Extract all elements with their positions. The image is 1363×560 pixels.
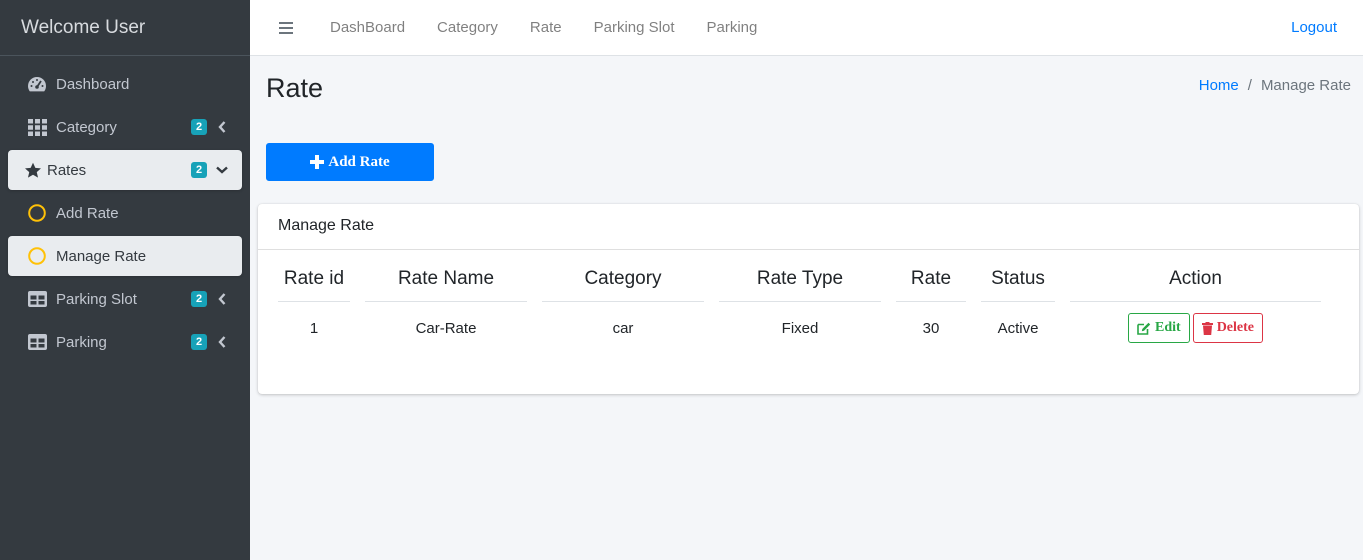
column-header: Rate Type: [719, 262, 881, 302]
circle-icon: [26, 246, 48, 266]
edit-icon: [1137, 322, 1151, 335]
sidebar-nav: Dashboard Category 2 Rates 2 Add Rate Ma…: [0, 56, 250, 362]
column-header: Status: [981, 262, 1055, 302]
sidebar: Welcome User Dashboard Category 2 Rates …: [0, 0, 250, 560]
chevron-left-icon: [216, 291, 228, 307]
main-content: Rate Home / Manage Rate Add Rate Manage …: [250, 56, 1363, 560]
star-icon: [22, 160, 44, 180]
plus-icon: [310, 154, 325, 169]
top-link-rate[interactable]: Rate: [514, 0, 578, 56]
chevron-left-icon: [216, 334, 228, 350]
cell-action: Edit Delete: [1070, 302, 1321, 354]
sidebar-item-rates[interactable]: Rates 2: [8, 150, 242, 190]
menu-toggle-icon[interactable]: [264, 0, 310, 56]
sidebar-item-label: Dashboard: [56, 75, 130, 93]
top-link-parking[interactable]: Parking: [690, 0, 773, 56]
page-title: Rate: [266, 73, 324, 103]
column-header: Rate Name: [365, 262, 527, 302]
breadcrumb-home[interactable]: Home: [1199, 77, 1239, 94]
count-badge: 2: [191, 162, 207, 178]
breadcrumb: Home / Manage Rate: [1199, 77, 1351, 94]
sidebar-item-label: Add Rate: [56, 204, 119, 222]
logout-link[interactable]: Logout: [1291, 0, 1337, 56]
delete-button[interactable]: Delete: [1192, 313, 1263, 343]
column-header: Rate: [896, 262, 966, 302]
sidebar-item-parking-slot[interactable]: Parking Slot 2: [8, 279, 242, 319]
sidebar-item-parking[interactable]: Parking 2: [8, 322, 242, 362]
sidebar-item-label: Parking: [56, 333, 107, 351]
column-header: Rate id: [278, 262, 350, 302]
dashboard-icon: [26, 74, 48, 94]
add-rate-button[interactable]: Add Rate: [266, 143, 434, 181]
rate-table: Rate id Rate Name Category Rate Type Rat…: [263, 262, 1336, 354]
top-navbar: DashBoard Category Rate Parking Slot Par…: [250, 0, 1363, 56]
chevron-down-icon: [216, 162, 228, 178]
edit-button[interactable]: Edit: [1128, 313, 1190, 343]
table-header-row: Rate id Rate Name Category Rate Type Rat…: [278, 262, 1321, 302]
sidebar-item-add-rate[interactable]: Add Rate: [8, 193, 242, 233]
sidebar-item-category[interactable]: Category 2: [8, 107, 242, 147]
cell-category: car: [612, 319, 634, 337]
chevron-left-icon: [216, 119, 228, 135]
top-link-dashboard[interactable]: DashBoard: [314, 0, 421, 56]
count-badge: 2: [191, 291, 207, 307]
grid-icon: [26, 117, 48, 137]
sidebar-item-manage-rate[interactable]: Manage Rate: [8, 236, 242, 276]
table-icon: [26, 289, 48, 309]
table-icon: [26, 332, 48, 352]
card-title: Manage Rate: [258, 204, 1359, 250]
column-header: Category: [542, 262, 704, 302]
top-link-category[interactable]: Category: [421, 0, 514, 56]
delete-label: Delete: [1216, 320, 1254, 335]
add-rate-label: Add Rate: [328, 153, 390, 170]
sidebar-item-label: Rates: [47, 161, 87, 179]
manage-rate-card: Manage Rate Rate id Rate Name Category R…: [258, 204, 1359, 394]
edit-label: Edit: [1155, 320, 1181, 335]
sidebar-item-label: Category: [56, 118, 117, 136]
top-link-parking-slot[interactable]: Parking Slot: [578, 0, 691, 56]
count-badge: 2: [191, 334, 207, 350]
sidebar-item-label: Manage Rate: [56, 247, 147, 265]
breadcrumb-separator: /: [1247, 77, 1252, 94]
trash-icon: [1201, 321, 1213, 335]
column-header: Action: [1070, 262, 1321, 302]
count-badge: 2: [191, 119, 207, 135]
brand-title: Welcome User: [0, 0, 250, 56]
circle-icon: [26, 203, 48, 223]
cell-rate: 30: [922, 319, 940, 337]
cell-rate-id: 1: [309, 319, 319, 337]
sidebar-item-dashboard[interactable]: Dashboard: [8, 64, 242, 104]
table-row: 1 Car-Rate car Fixed 30 Active Edit Dele…: [278, 302, 1321, 354]
sidebar-item-label: Parking Slot: [56, 290, 137, 308]
breadcrumb-current: Manage Rate: [1260, 77, 1351, 94]
cell-rate-name: Car-Rate: [415, 319, 477, 337]
cell-rate-type: Fixed: [781, 319, 819, 337]
cell-status: Active: [997, 319, 1039, 337]
